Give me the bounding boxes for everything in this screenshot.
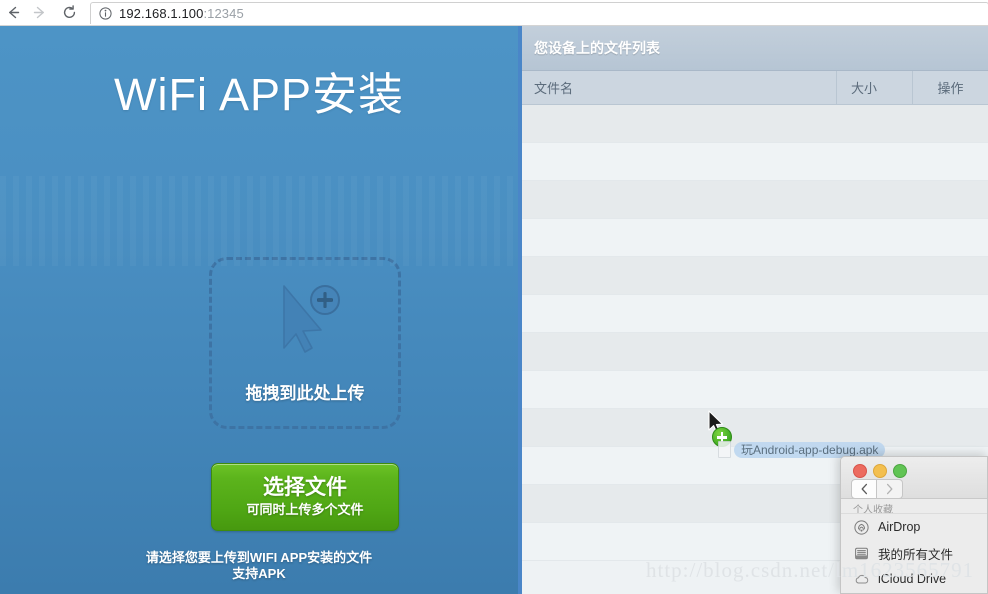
cloud-icon (853, 571, 870, 588)
chevron-left-icon (861, 483, 867, 495)
table-row (522, 143, 988, 181)
finder-file-picker-dialog[interactable]: 个人收藏 AirDrop 我的所有文件 iCloud Drive (840, 456, 988, 594)
table-row (522, 219, 988, 257)
column-header-size: 大小 (836, 71, 912, 104)
file-dropzone[interactable]: 拖拽到此处上传 (209, 257, 401, 429)
choose-file-main-label: 选择文件 (263, 476, 347, 499)
file-table-header: 文件名 大小 操作 (522, 71, 988, 105)
dropzone-label: 拖拽到此处上传 (245, 384, 365, 403)
finder-titlebar (841, 457, 987, 499)
arrow-left-icon (8, 6, 19, 19)
sidebar-item-airdrop-label: AirDrop (878, 520, 921, 534)
page-title: WiFi APP安装 (113, 69, 405, 120)
arrow-right-icon (33, 6, 44, 19)
finder-back-button[interactable] (851, 479, 877, 499)
close-icon[interactable] (853, 464, 867, 478)
column-header-operation: 操作 (912, 71, 988, 104)
page-content: WiFi APP安装 拖拽到此处上传 选择文件 可同时上传多个文件 请选择您要上… (0, 26, 988, 594)
table-row (522, 409, 988, 447)
back-button[interactable] (0, 0, 26, 26)
reload-icon (63, 5, 75, 18)
finder-section-label: 个人收藏 (841, 501, 987, 514)
choose-file-button[interactable]: 选择文件 可同时上传多个文件 (211, 463, 399, 531)
sidebar-item-icloud-drive[interactable]: iCloud Drive (841, 566, 987, 592)
sidebar-item-airdrop[interactable]: AirDrop (841, 514, 987, 540)
documents-icon (853, 545, 870, 562)
upload-hint-secondary: 支持APK (232, 566, 286, 581)
chevron-right-icon (886, 483, 893, 495)
table-row (522, 257, 988, 295)
url-port: :12345 (203, 5, 244, 21)
table-row (522, 333, 988, 371)
finder-sidebar: 个人收藏 AirDrop 我的所有文件 iCloud Drive (841, 499, 987, 593)
airdrop-icon (853, 519, 870, 536)
reload-button[interactable] (56, 0, 82, 26)
upload-panel: WiFi APP安装 拖拽到此处上传 选择文件 可同时上传多个文件 请选择您要上… (0, 26, 518, 594)
sidebar-item-all-files-label: 我的所有文件 (878, 547, 954, 562)
sidebar-item-icloud-drive-label: iCloud Drive (878, 572, 947, 586)
maximize-icon[interactable] (893, 464, 907, 478)
info-circle-icon[interactable] (99, 6, 112, 20)
file-list-title: 您设备上的文件列表 (534, 40, 660, 56)
table-row (522, 371, 988, 409)
url-host: 192.168.1.100 (119, 5, 204, 21)
minimize-icon[interactable] (873, 464, 887, 478)
url-bar[interactable]: 192.168.1.100:12345 (90, 1, 988, 24)
browser-toolbar: 192.168.1.100:12345 (0, 0, 988, 26)
table-row (522, 181, 988, 219)
forward-button[interactable] (26, 0, 52, 26)
sidebar-item-all-files[interactable]: 我的所有文件 (841, 540, 987, 566)
table-row (522, 295, 988, 333)
finder-forward-button[interactable] (877, 479, 903, 499)
cursor-plus-icon (283, 285, 340, 353)
file-list-header: 您设备上的文件列表 (522, 26, 988, 71)
finder-nav-group (851, 479, 903, 499)
table-row (522, 105, 988, 143)
choose-file-sub-label: 可同时上传多个文件 (246, 502, 364, 517)
column-header-filename: 文件名 (534, 81, 574, 96)
url-text: 192.168.1.100:12345 (119, 6, 244, 21)
